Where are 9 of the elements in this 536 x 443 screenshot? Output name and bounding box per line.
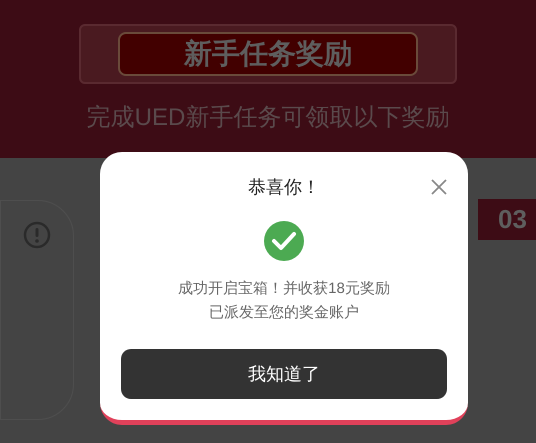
step-badge: 03 — [478, 199, 536, 240]
banner-title: 新手任务奖励 — [118, 32, 418, 76]
check-circle-icon — [264, 221, 304, 261]
dialog-title: 恭喜你！ — [248, 176, 320, 199]
confirm-button[interactable]: 我知道了 — [121, 349, 447, 399]
subtitle: 完成UED新手任务可领取以下奖励 — [86, 103, 450, 133]
dialog-message: 成功开启宝箱！并收获18元奖励 已派发至您的奖金账户 — [178, 279, 390, 323]
exclamation-icon — [23, 221, 51, 249]
close-icon — [430, 178, 448, 196]
